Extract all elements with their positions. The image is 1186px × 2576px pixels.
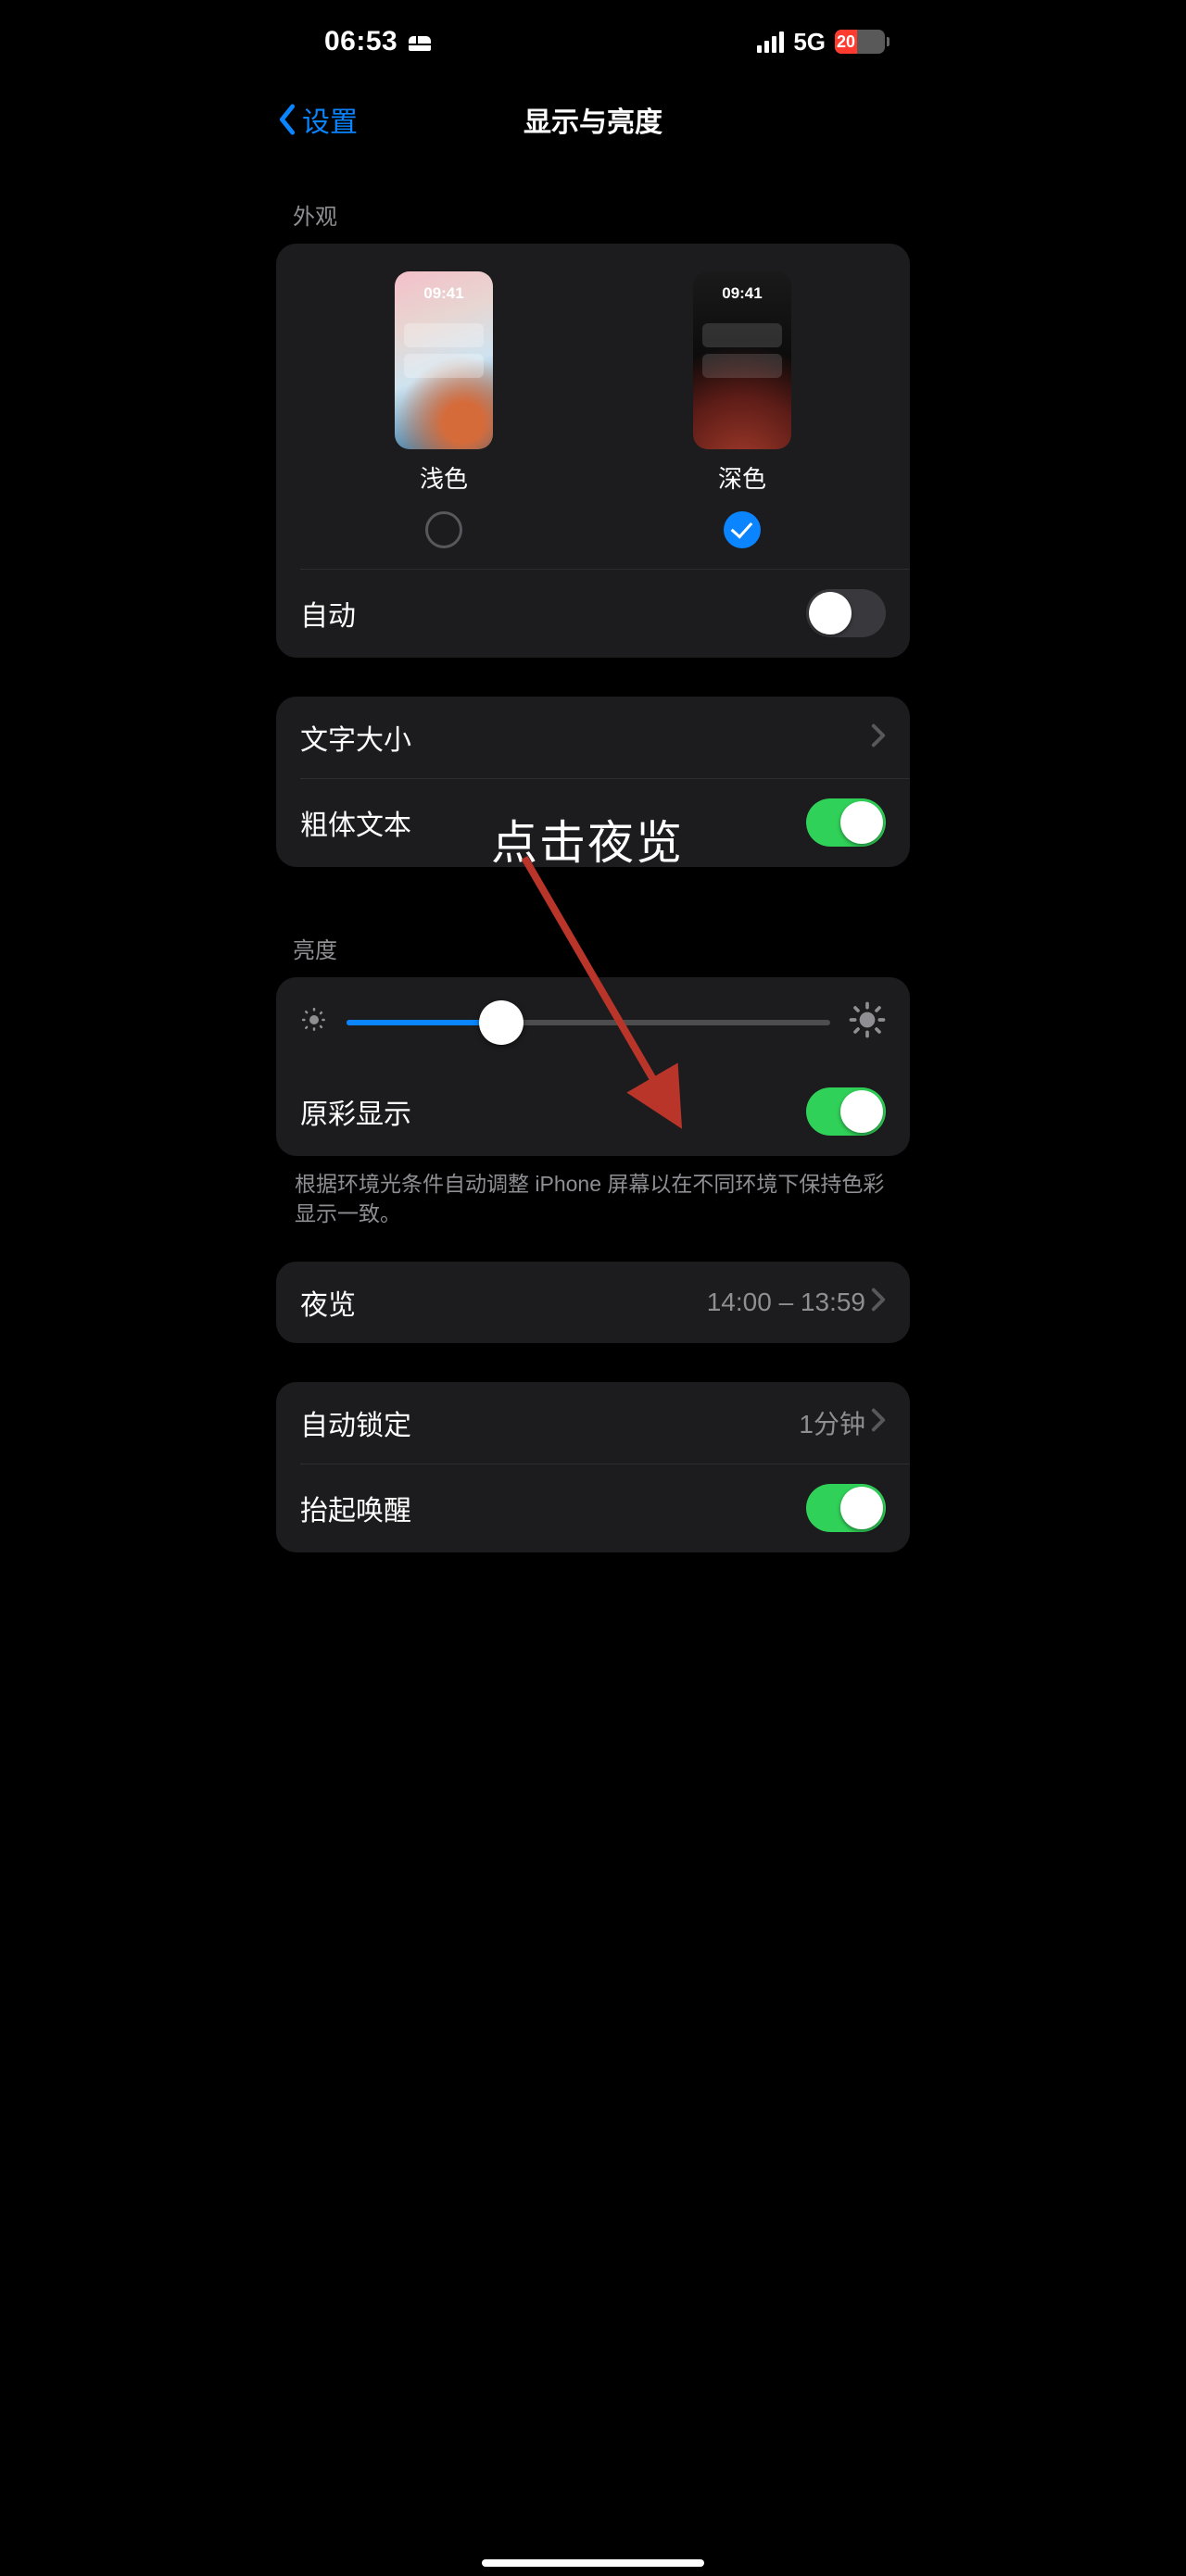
radio-unchecked-icon[interactable] [425,511,462,548]
true-tone-toggle[interactable] [806,1087,886,1136]
cell-signal-icon [757,31,784,53]
row-raise-to-wake: 抬起唤醒 [276,1464,910,1552]
dark-preview: 09:41 [693,271,791,449]
raise-to-wake-toggle[interactable] [806,1484,886,1532]
light-preview: 09:41 [395,271,493,449]
brightness-slider-row [276,977,910,1067]
row-night-shift[interactable]: 夜览 14:00 – 13:59 [276,1262,910,1343]
sun-large-icon [849,1001,886,1043]
page-title: 显示与亮度 [259,99,927,140]
chevron-right-icon [871,1408,886,1439]
sleep-focus-icon [407,32,433,51]
appearance-option-dark[interactable]: 09:41 深色 [599,271,885,548]
row-text-size[interactable]: 文字大小 [276,697,910,778]
night-shift-label: 夜览 [300,1282,356,1323]
section-header-brightness: 亮度 [276,867,910,977]
text-size-label: 文字大小 [300,717,411,758]
bold-text-label: 粗体文本 [300,802,411,843]
nav-header: 设置 显示与亮度 [259,83,927,156]
chevron-right-icon [871,1288,886,1318]
battery-percent: 20 [835,30,857,54]
row-true-tone: 原彩显示 [276,1067,910,1156]
night-shift-value: 14:00 – 13:59 [707,1288,865,1317]
auto-appearance-label: 自动 [300,593,356,634]
appearance-group: 09:41 浅色 09:41 深色 自动 [276,244,910,658]
auto-lock-label: 自动锁定 [300,1402,411,1443]
appearance-option-light-label: 浅色 [420,460,468,495]
auto-lock-value: 1分钟 [799,1404,865,1441]
back-button[interactable]: 设置 [276,99,358,140]
status-time: 06:53 [324,26,397,57]
raise-to-wake-label: 抬起唤醒 [300,1488,411,1528]
true-tone-label: 原彩显示 [300,1091,411,1132]
back-label: 设置 [302,99,358,140]
true-tone-note: 根据环境光条件自动调整 iPhone 屏幕以在不同环境下保持色彩显示一致。 [276,1156,910,1228]
bold-text-toggle[interactable] [806,798,886,847]
text-group: 文字大小 粗体文本 [276,697,910,867]
lock-group: 自动锁定 1分钟 抬起唤醒 [276,1382,910,1552]
battery-icon: 20 [835,30,890,54]
appearance-option-dark-label: 深色 [718,460,766,495]
brightness-group: 原彩显示 [276,977,910,1156]
network-label: 5G [793,28,826,57]
row-auto-appearance: 自动 [276,569,910,658]
radio-checked-icon[interactable] [724,511,761,548]
home-indicator[interactable] [482,2559,704,2567]
auto-appearance-toggle[interactable] [806,589,886,637]
row-auto-lock[interactable]: 自动锁定 1分钟 [276,1382,910,1464]
sun-small-icon [300,1006,328,1038]
brightness-slider[interactable] [347,1020,830,1025]
chevron-right-icon [871,723,886,752]
section-header-appearance: 外观 [276,156,910,244]
night-shift-group: 夜览 14:00 – 13:59 [276,1262,910,1343]
appearance-option-light[interactable]: 09:41 浅色 [300,271,587,548]
row-bold-text: 粗体文本 [276,778,910,867]
slider-thumb[interactable] [479,1000,524,1045]
status-bar: 06:53 5G 20 [259,0,927,83]
